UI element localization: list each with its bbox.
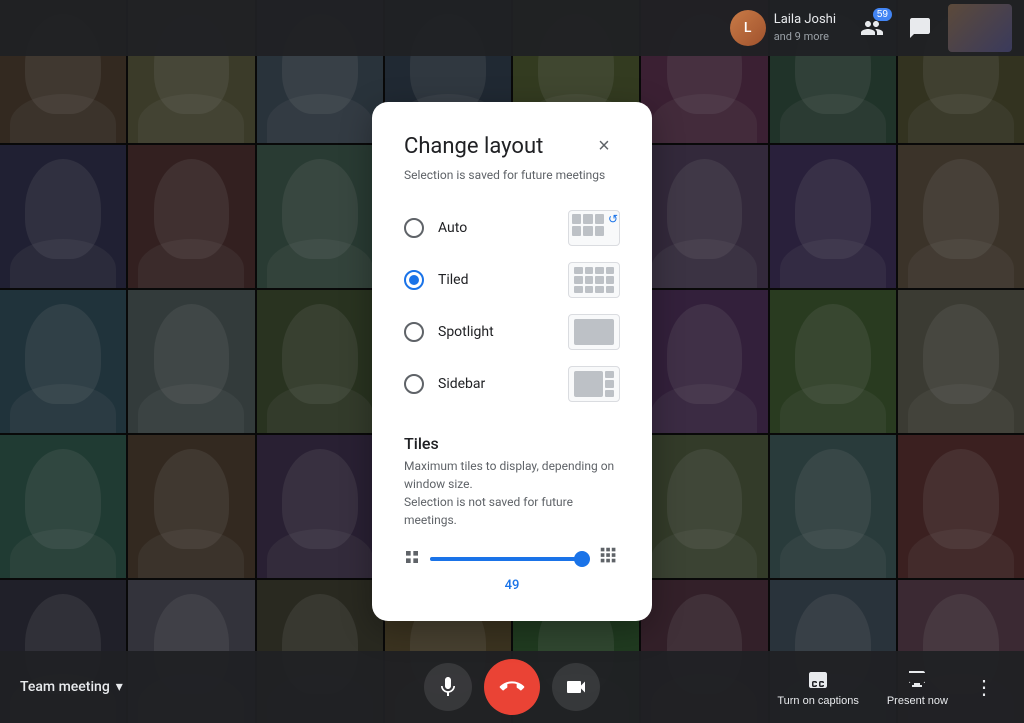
spotlight-layout-icon xyxy=(568,314,620,350)
sidebar-layout-icon xyxy=(568,366,620,402)
radio-sidebar xyxy=(404,374,424,394)
dialog-overlay: Change layout × Selection is saved for f… xyxy=(0,0,1024,723)
dialog-header: Change layout × xyxy=(404,130,620,162)
dialog-title: Change layout xyxy=(404,134,543,159)
layout-option-tiled[interactable]: Tiled xyxy=(404,254,620,306)
radio-tiled xyxy=(404,270,424,290)
layout-option-auto[interactable]: Auto ↺ xyxy=(404,202,620,254)
layout-label-spotlight: Spotlight xyxy=(438,324,494,340)
tiles-value: 49 xyxy=(404,578,620,593)
layout-options: Auto ↺ xyxy=(404,202,620,410)
radio-auto xyxy=(404,218,424,238)
layout-label-auto: Auto xyxy=(438,220,467,236)
auto-layout-icon: ↺ xyxy=(568,210,620,246)
layout-label-sidebar: Sidebar xyxy=(438,376,485,392)
close-icon: × xyxy=(598,135,610,158)
slider-min-icon xyxy=(404,549,420,569)
layout-label-tiled: Tiled xyxy=(438,272,468,288)
tiled-layout-icon xyxy=(568,262,620,298)
tiles-section-title: Tiles xyxy=(404,434,620,453)
tiles-section: Tiles Maximum tiles to display, dependin… xyxy=(404,434,620,593)
radio-spotlight xyxy=(404,322,424,342)
tiles-description: Maximum tiles to display, depending on w… xyxy=(404,457,620,529)
slider-max-icon xyxy=(598,545,620,572)
tiles-slider-row xyxy=(404,545,620,572)
change-layout-dialog: Change layout × Selection is saved for f… xyxy=(372,102,652,621)
dialog-subtitle: Selection is saved for future meetings xyxy=(404,168,620,182)
layout-option-spotlight[interactable]: Spotlight xyxy=(404,306,620,358)
tiles-slider[interactable] xyxy=(430,549,588,569)
dialog-close-button[interactable]: × xyxy=(588,130,620,162)
layout-option-sidebar[interactable]: Sidebar xyxy=(404,358,620,410)
